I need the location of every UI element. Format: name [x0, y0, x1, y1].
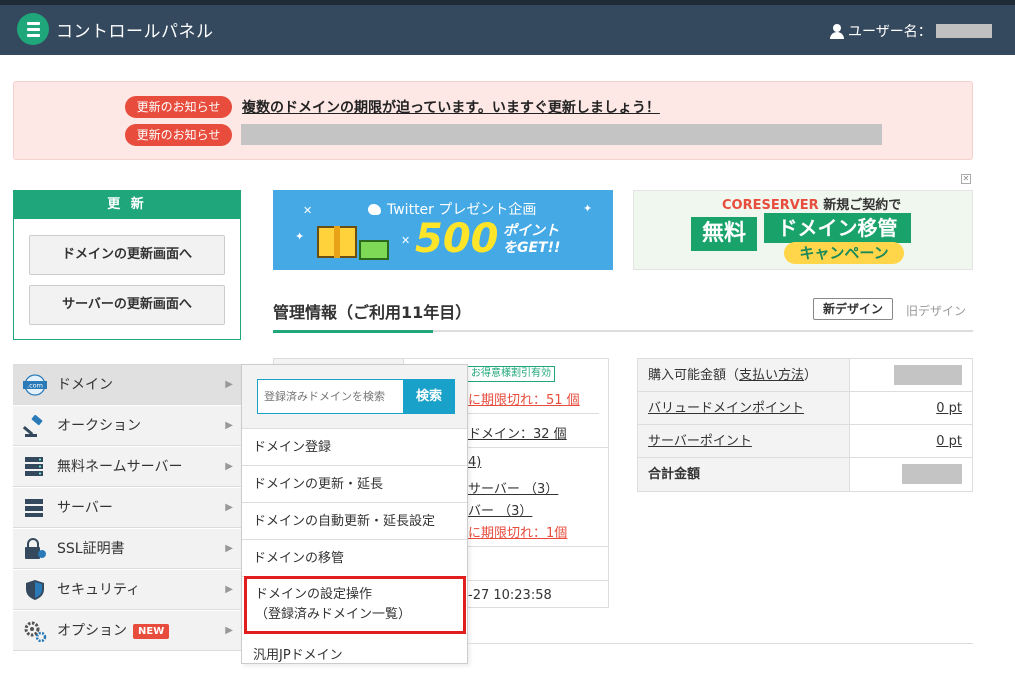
flyout-item-transfer[interactable]: ドメインの移管 [242, 540, 467, 577]
user-icon [830, 23, 844, 39]
dotcom-icon: .com [23, 374, 47, 396]
coreserver-transfer-banner[interactable]: CORESERVER 新規ご契約で 無料 ドメイン移管 キャンペーン [633, 190, 973, 270]
side-item-domain[interactable]: .com ドメイン ▶ [13, 365, 241, 405]
new-design-button[interactable]: 新デザイン [813, 298, 893, 320]
payment-method-link[interactable]: 支払い方法 [739, 368, 804, 383]
app-title[interactable]: コントロールパネル [56, 17, 214, 42]
discount-tag: お得意様割引有効 [467, 366, 555, 382]
server-link-1[interactable]: サーバー （3） [468, 478, 558, 497]
server-renew-button[interactable]: サーバーの更新画面へ [29, 285, 225, 325]
twitter-campaign-banner[interactable]: ✕ ✦ ✕ ✦ Twitter プレゼント企画 500 ポイント をGET!! [273, 190, 613, 270]
twitter-banner-get: をGET!! [503, 240, 561, 256]
notice-redacted[interactable] [241, 124, 882, 145]
server-point-link[interactable]: サーバーポイント [638, 425, 850, 457]
expiry-alert-link[interactable]: 複数のドメインの期限が迫っています。いますぐ更新しましょう！ [242, 97, 660, 117]
gift-box-small-icon [359, 240, 389, 260]
flyout-item-renew[interactable]: ドメインの更新・延長 [242, 466, 467, 503]
twitter-banner-points: ポイント [503, 223, 559, 239]
side-item-auction[interactable]: オークション ▶ [13, 406, 241, 446]
chevron-right-icon: ▶ [225, 420, 233, 431]
value-point-row: バリュードメインポイント 0 pt [638, 392, 972, 425]
flyout-item-domain-settings[interactable]: ドメインの設定操作 （登録済みドメイン一覧） [244, 576, 466, 634]
last-login-time: -27 10:23:58 [468, 588, 552, 603]
coreserver-main: ドメイン移管 [764, 213, 911, 243]
gift-box-icon [317, 226, 357, 258]
renew-title: 更 新 [14, 191, 240, 219]
total-redacted [902, 464, 962, 484]
domain-search-button[interactable]: 検索 [403, 379, 455, 414]
side-item-option[interactable]: オプション NEW ▶ [13, 611, 241, 651]
domain-flyout-menu: 検索 ドメイン登録 ドメインの更新・延長 ドメインの自動更新・延長設定 ドメイン… [241, 364, 468, 664]
nameserver-icon [25, 457, 43, 476]
amount-redacted [894, 365, 962, 385]
gavel-icon [23, 415, 43, 437]
chevron-right-icon: ▶ [225, 502, 233, 513]
ssl-lock-icon [25, 538, 46, 559]
server-icon [25, 499, 43, 517]
flyout-item-register[interactable]: ドメイン登録 [242, 429, 467, 466]
flyout-item-jp-domain[interactable]: 汎用JPドメイン [242, 637, 467, 674]
server-point-row: サーバーポイント 0 pt [638, 425, 972, 458]
domain-search-area: 検索 [242, 365, 467, 429]
coreserver-brand: CORESERVER [722, 198, 819, 213]
control-panel-logo-icon[interactable] [17, 13, 49, 45]
management-title: 管理情報（ご利用11年目） [273, 303, 472, 322]
server-link-2[interactable]: バー （3） [468, 500, 532, 519]
notice-badge: 更新のお知らせ [125, 124, 232, 146]
user-label: ユーザー名： [848, 24, 932, 40]
new-badge: NEW [133, 624, 170, 639]
header-bar: コントロールパネル ユーザー名： [0, 5, 1015, 55]
notice-badge: 更新のお知らせ [125, 96, 232, 118]
value-point-link[interactable]: バリュードメインポイント [638, 392, 850, 424]
alert-box: 更新のお知らせ 複数のドメインの期限が迫っています。いますぐ更新しましょう！ 更… [13, 81, 973, 160]
total-label: 合計金額 [638, 458, 850, 491]
flyout-item-auto-renew[interactable]: ドメインの自動更新・延長設定 [242, 503, 467, 540]
twitter-banner-number: 500 [415, 216, 499, 262]
server-count-link[interactable]: 4) [468, 455, 481, 470]
user-menu[interactable]: ユーザー名： [830, 21, 992, 41]
purchasable-row: 購入可能金額（支払い方法） [638, 359, 972, 392]
coreserver-campaign: キャンペーン [784, 242, 904, 264]
chevron-right-icon: ▶ [225, 379, 233, 390]
expire-server-link[interactable]: に期限切れ：1個 [468, 522, 567, 541]
domain-count-link[interactable]: ドメイン：32 個 [468, 423, 567, 442]
total-row: 合計金額 [638, 458, 972, 491]
domain-renew-button[interactable]: ドメインの更新画面へ [29, 235, 225, 275]
expire-domains-link[interactable]: に期限切れ：51 個 [468, 389, 580, 408]
side-item-server[interactable]: サーバー ▶ [13, 488, 241, 528]
server-point-value[interactable]: 0 pt [936, 425, 962, 458]
chevron-right-icon: ▶ [225, 625, 233, 636]
coreserver-lead: 新規ご契約で [823, 198, 902, 213]
svg-text:.com: .com [27, 382, 43, 390]
shield-icon [26, 580, 44, 600]
old-design-link[interactable]: 旧デザイン [906, 302, 966, 319]
username-redacted [935, 24, 992, 38]
value-point-value[interactable]: 0 pt [936, 392, 962, 425]
gears-icon [24, 621, 47, 642]
bottom-divider [468, 643, 973, 644]
renew-panel: 更 新 ドメインの更新画面へ サーバーの更新画面へ [13, 190, 241, 340]
side-menu: .com ドメイン ▶ オークション ▶ 無料ネームサーバー ▶ サーバー ▶ … [13, 364, 241, 664]
domain-search-input[interactable] [257, 379, 404, 414]
chevron-right-icon: ▶ [225, 543, 233, 554]
management-divider [273, 330, 973, 333]
side-item-ssl[interactable]: SSL証明書 ▶ [13, 529, 241, 569]
chevron-right-icon: ▶ [225, 461, 233, 472]
twitter-bird-icon [368, 204, 381, 215]
coreserver-free: 無料 [691, 217, 757, 251]
ad-close-icon[interactable]: ✕ [961, 174, 971, 184]
side-item-security[interactable]: セキュリティ ▶ [13, 570, 241, 610]
chevron-right-icon: ▶ [225, 584, 233, 595]
side-item-nameserver[interactable]: 無料ネームサーバー ▶ [13, 447, 241, 487]
points-table: 購入可能金額（支払い方法） バリュードメインポイント 0 pt サーバーポイント… [637, 358, 973, 492]
